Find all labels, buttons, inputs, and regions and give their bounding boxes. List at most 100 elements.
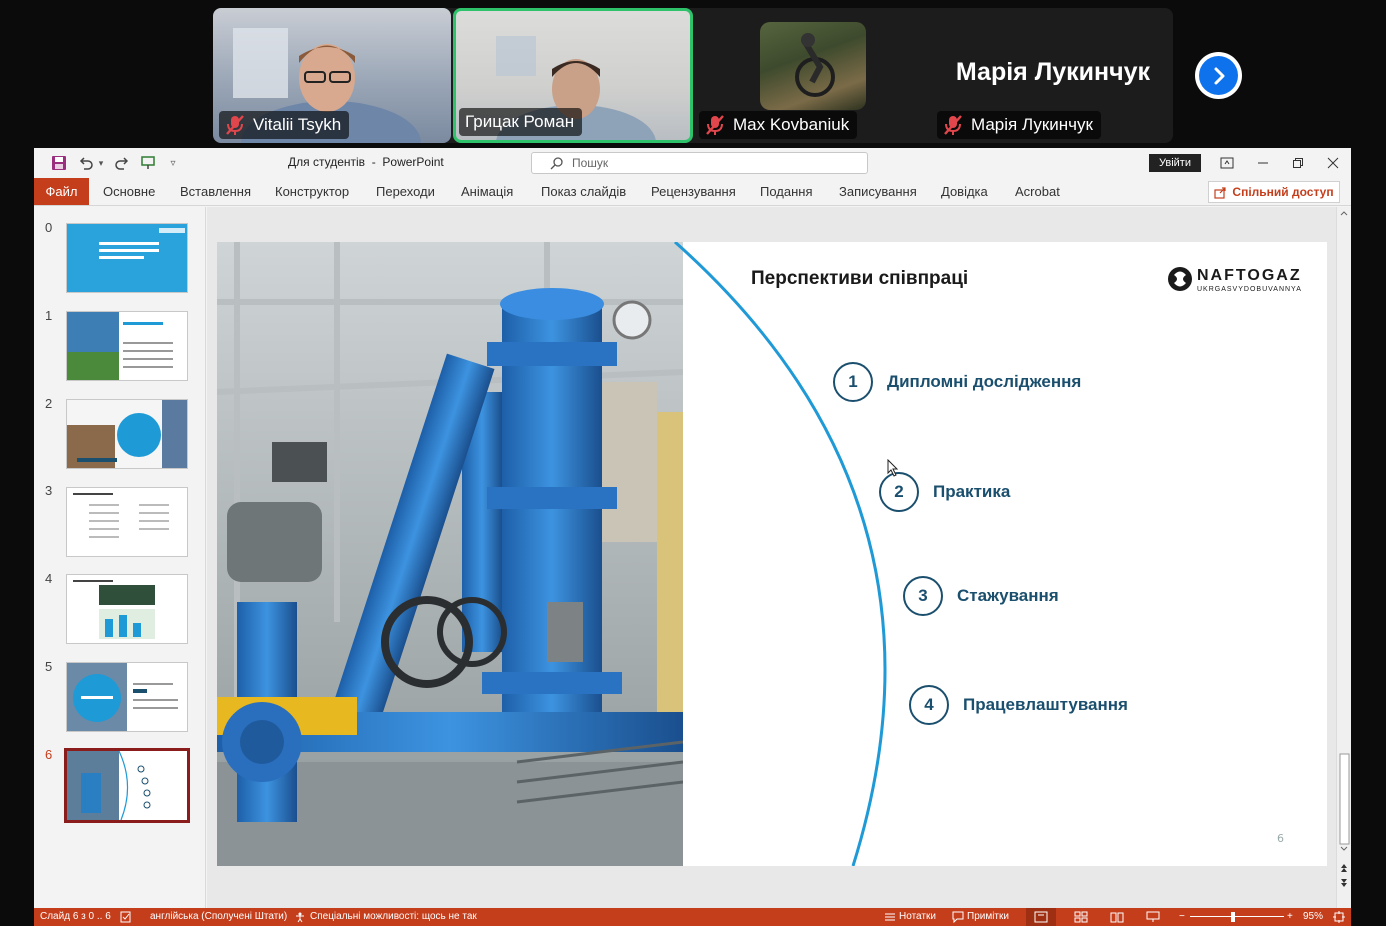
item-number-circle: 4: [909, 685, 949, 725]
tab-acrobat[interactable]: Acrobat: [1015, 178, 1060, 205]
share-icon: [1214, 186, 1227, 199]
item-number-circle: 3: [903, 576, 943, 616]
zoom-in-button[interactable]: +: [1287, 911, 1293, 922]
tab-design[interactable]: Конструктор: [275, 178, 349, 205]
list-item: 4 Працевлаштування: [909, 685, 1128, 725]
accessibility-status[interactable]: Спеціальні можливості: щось не так: [310, 911, 477, 922]
ribbon-tabs: Файл Основне Вставлення Конструктор Пере…: [34, 178, 1351, 206]
participant-avatar: [760, 22, 866, 110]
current-slide[interactable]: Перспективи співпраці NAFTOGAZ UKRGASVYD…: [217, 242, 1327, 866]
participant-tile-active-speaker[interactable]: Грицак Роман: [453, 8, 693, 143]
tab-help[interactable]: Довідка: [941, 178, 988, 205]
decorative-arc: [674, 242, 887, 866]
slide-thumbnail-2[interactable]: [66, 399, 188, 469]
slide-thumbnail-0[interactable]: [66, 223, 188, 293]
vertical-scrollbar[interactable]: [1336, 207, 1351, 908]
list-item: 3 Стажування: [903, 576, 1059, 616]
spellcheck-icon[interactable]: [120, 911, 132, 923]
search-placeholder: Пошук: [572, 156, 609, 170]
slide-thumbnail-1[interactable]: [66, 311, 188, 381]
comments-icon: [952, 911, 964, 923]
participant-tile[interactable]: Vitalii Tsykh: [213, 8, 451, 143]
tab-review[interactable]: Рецензування: [651, 178, 736, 205]
slide-thumbnail-6[interactable]: [64, 748, 190, 823]
customize-toolbar-icon[interactable]: ▿: [166, 154, 180, 172]
undo-dropdown-icon[interactable]: ▾: [96, 154, 106, 172]
naftogaz-logo: NAFTOGAZ UKRGASVYDOBUVANNYA: [1167, 266, 1301, 296]
item-number-circle: 1: [833, 362, 873, 402]
item-label: Дипломні дослідження: [887, 372, 1082, 391]
participant-name-tag: Грицак Роман: [459, 108, 583, 136]
next-page-button[interactable]: [1195, 52, 1242, 99]
notes-icon: [885, 913, 895, 921]
logo-subtext: UKRGASVYDOBUVANNYA: [1197, 286, 1302, 293]
zoom-level[interactable]: 95%: [1303, 911, 1323, 922]
logo-text: NAFTOGAZ: [1197, 267, 1302, 284]
participant-name-tag: Max Kovbaniuk: [699, 111, 858, 139]
normal-view-icon: [1034, 911, 1048, 923]
thumb-number: 1: [45, 308, 53, 323]
slide-thumbnail-3[interactable]: [66, 487, 188, 557]
chevron-right-icon: [1214, 67, 1224, 84]
powerpoint-window: ▾ ▿ Для студентів - PowerPoint Пошук Уві…: [34, 148, 1351, 926]
signin-button[interactable]: Увійти: [1149, 154, 1201, 172]
accessibility-icon[interactable]: [294, 911, 306, 923]
present-from-start-icon[interactable]: [138, 154, 158, 172]
item-number-circle: 2: [879, 472, 919, 512]
tab-slideshow[interactable]: Показ слайдів: [541, 178, 626, 205]
search-input[interactable]: Пошук: [531, 152, 868, 174]
undo-icon[interactable]: [76, 154, 96, 172]
tab-view[interactable]: Подання: [760, 178, 813, 205]
participant-name-tag: Vitalii Tsykh: [219, 111, 350, 139]
language-indicator[interactable]: англійська (Сполучені Штати): [150, 911, 287, 922]
tab-transitions[interactable]: Переходи: [376, 178, 435, 205]
list-item: 2 Практика: [879, 472, 1010, 512]
zoom-out-button[interactable]: −: [1179, 911, 1185, 922]
mouse-cursor-icon: [887, 459, 899, 477]
tab-animations[interactable]: Анімація: [461, 178, 513, 205]
normal-view-button[interactable]: [1026, 908, 1056, 926]
title-bar: ▾ ▿ Для студентів - PowerPoint Пошук Уві…: [34, 148, 1351, 178]
search-icon: [550, 157, 563, 170]
participant-tile[interactable]: Max Kovbaniuk: [696, 8, 931, 143]
item-label: Працевлаштування: [963, 695, 1128, 714]
list-item: 1 Дипломні дослідження: [833, 362, 1081, 402]
document-title: Для студентів - PowerPoint: [288, 155, 444, 169]
minimize-icon[interactable]: [1254, 154, 1272, 172]
share-label: Спільний доступ: [1232, 185, 1334, 199]
thumb-number: 3: [45, 483, 53, 498]
restore-icon[interactable]: [1289, 154, 1307, 172]
thumb-number-active: 6: [45, 747, 53, 762]
participant-name: Марія Лукинчук: [971, 115, 1093, 134]
reading-view-icon[interactable]: [1110, 911, 1124, 923]
notes-button[interactable]: Нотатки: [899, 911, 936, 922]
zoom-slider[interactable]: [1190, 916, 1284, 917]
thumb-number: 2: [45, 396, 53, 411]
share-button[interactable]: Спільний доступ: [1208, 181, 1340, 203]
mic-muted-icon: [705, 114, 725, 136]
item-label: Практика: [933, 482, 1011, 501]
item-label: Стажування: [957, 586, 1059, 605]
participant-name: Vitalii Tsykh: [253, 115, 342, 134]
tab-home[interactable]: Основне: [103, 178, 155, 205]
comments-button[interactable]: Примітки: [967, 911, 1009, 922]
slide-thumbnail-4[interactable]: [66, 574, 188, 644]
slide-thumbnail-5[interactable]: [66, 662, 188, 732]
redo-icon[interactable]: [112, 154, 132, 172]
slide-sorter-icon[interactable]: [1074, 911, 1088, 923]
ribbon-display-icon[interactable]: [1218, 154, 1236, 172]
save-icon[interactable]: [50, 154, 68, 172]
fit-to-window-icon[interactable]: [1333, 911, 1345, 923]
close-icon[interactable]: [1324, 154, 1342, 172]
thumb-number: 4: [45, 571, 53, 586]
thumb-number: 5: [45, 659, 53, 674]
zoom-slider-thumb[interactable]: [1231, 912, 1235, 922]
mic-muted-icon: [225, 114, 245, 136]
thumb-number: 0: [45, 220, 53, 235]
tab-insert[interactable]: Вставлення: [180, 178, 251, 205]
slideshow-icon[interactable]: [1146, 911, 1160, 923]
participant-tile[interactable]: Марія Лукинчук Марія Лукинчук: [933, 8, 1173, 143]
participant-name: Грицак Роман: [465, 112, 575, 131]
tab-record[interactable]: Записування: [839, 178, 917, 205]
tab-file[interactable]: Файл: [34, 178, 89, 205]
